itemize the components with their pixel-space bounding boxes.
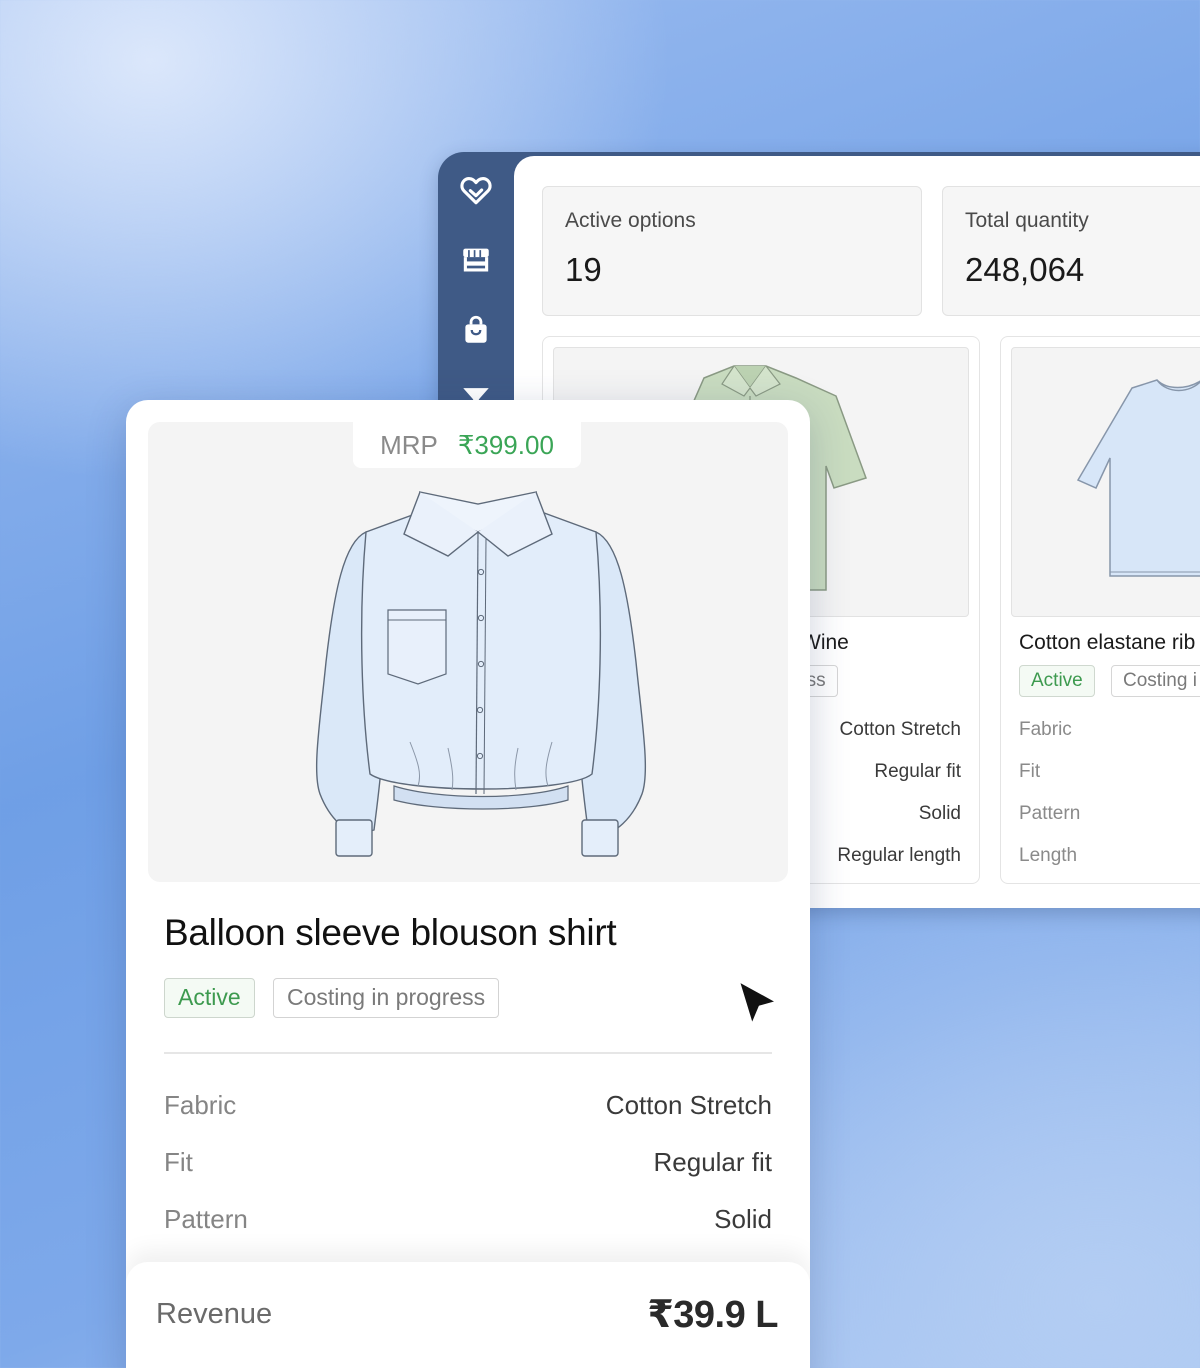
mrp-badge: MRP ₹399.00: [353, 422, 581, 468]
revenue-label: Revenue: [156, 1298, 273, 1330]
stat-label: Active options: [565, 209, 696, 232]
spec-label-fit: Fit: [164, 1147, 193, 1177]
stat-value: 19: [565, 251, 602, 288]
product-title: Cotton elastane rib: [1019, 631, 1196, 654]
status-tag-active: Active: [164, 978, 255, 1018]
spec-label-fabric: Fabric: [164, 1090, 237, 1120]
revenue-value: ₹39.9 L: [647, 1294, 778, 1336]
spec-value-fabric: Cotton Stretch: [605, 1090, 772, 1120]
spec-label: Pattern: [1019, 803, 1081, 824]
spec-value-fit: Regular fit: [653, 1147, 773, 1177]
mouse-pointer-icon: [736, 978, 780, 1028]
shopping-bag-icon[interactable]: [458, 312, 494, 348]
mrp-label: MRP: [380, 429, 438, 460]
spec-label: Fabric: [1019, 719, 1072, 740]
storefront-icon[interactable]: [458, 242, 494, 278]
product-image: [1011, 347, 1200, 617]
status-tag-costing: Costing i: [1111, 665, 1200, 697]
featured-product-card[interactable]: MRP ₹399.00 Balloon sleeve blouson shirt…: [126, 400, 810, 1368]
mrp-value: ₹399.00: [457, 429, 554, 460]
product-card-cotton-elastane-rib[interactable]: Cotton elastane rib Active Costing i Fab…: [1000, 336, 1200, 884]
product-image: MRP ₹399.00: [148, 422, 788, 882]
blouson-shirt-illustration: [315, 491, 647, 857]
status-tag-costing: Costing in progress: [273, 978, 500, 1018]
stat-value: 248,064: [965, 251, 1085, 288]
revenue-bar: Revenue ₹39.9 L: [126, 1262, 810, 1368]
product-title: Balloon sleeve blouson shirt: [164, 912, 617, 953]
spec-label-pattern: Pattern: [164, 1204, 248, 1234]
spec-label: Length: [1019, 845, 1078, 866]
stat-card-active-options: Active options 19: [542, 186, 922, 316]
logo-heart-icon[interactable]: [458, 172, 494, 208]
spec-value-pattern: Solid: [714, 1204, 772, 1234]
spec-value: Solid: [918, 803, 961, 824]
blue-tshirt-illustration: [1076, 379, 1200, 577]
stat-label: Total quantity: [965, 209, 1089, 232]
spec-value: Regular length: [837, 845, 961, 866]
spec-value: Cotton Stretch: [839, 719, 961, 740]
stat-card-total-quantity: Total quantity 248,064: [942, 186, 1200, 316]
divider: [164, 1052, 772, 1054]
spec-value: Regular fit: [874, 761, 961, 782]
status-tag-active: Active: [1019, 665, 1095, 697]
spec-label: Fit: [1019, 761, 1041, 782]
